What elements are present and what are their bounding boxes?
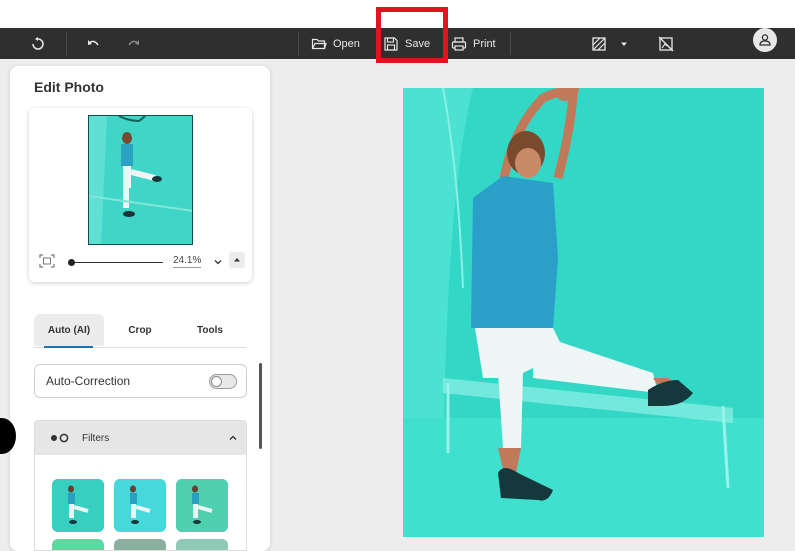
chevron-down-icon[interactable]: [213, 257, 223, 267]
image-off-icon: [658, 36, 674, 51]
zoom-controls: 24.1%: [39, 252, 245, 272]
filters-toggle-icon: [51, 433, 69, 443]
tab-auto-ai[interactable]: Auto (AI): [34, 314, 104, 346]
panel-scrollbar[interactable]: [259, 363, 262, 449]
filter-preset-thumbnail[interactable]: [52, 479, 104, 532]
print-label: Print: [473, 37, 496, 50]
filters-label: Filters: [82, 432, 110, 444]
auto-correction-toggle[interactable]: [209, 374, 237, 389]
open-label: Open: [333, 37, 360, 50]
filter-preset-thumbnail[interactable]: [52, 539, 104, 550]
tab-tools-label: Tools: [197, 324, 223, 336]
print-button[interactable]: Print: [451, 28, 496, 59]
panel-title: Edit Photo: [34, 79, 104, 95]
filter-preset-thumbnail[interactable]: [176, 479, 228, 532]
toolbar-divider: [298, 32, 299, 55]
edit-tabs: Auto (AI) Crop Tools: [34, 314, 246, 348]
edit-photo-panel: Edit Photo 24.1% Auto (AI) Crop Tools Au…: [10, 66, 270, 551]
filter-preset-thumbnail[interactable]: [176, 539, 228, 550]
user-avatar[interactable]: [753, 28, 777, 52]
toolbar-divider: [66, 32, 67, 55]
redo-button[interactable]: [126, 28, 142, 59]
compare-split-icon: [592, 36, 606, 51]
tab-tools[interactable]: Tools: [184, 314, 236, 346]
auto-correction-row[interactable]: Auto-Correction: [34, 364, 247, 398]
active-tab-indicator: [44, 346, 93, 348]
preview-thumbnail[interactable]: [88, 115, 193, 245]
zoom-slider-track[interactable]: [70, 262, 163, 263]
filter-preset-thumbnail[interactable]: [114, 479, 166, 532]
toolbar-divider: [510, 32, 511, 55]
hide-original-button[interactable]: [658, 28, 674, 59]
filter-preview-image: [114, 479, 166, 532]
caret-up-icon: [234, 258, 240, 262]
save-highlight-box: [376, 7, 448, 63]
filters-section: Filters: [34, 420, 247, 551]
filter-preview-image: [52, 479, 104, 532]
zoom-slider-handle[interactable]: [68, 259, 75, 266]
tab-crop-label: Crop: [128, 324, 152, 336]
user-icon: [759, 34, 771, 46]
folder-open-icon: [311, 38, 327, 49]
app-root: Open Save Print Edit Photo 24.1% Auto (A…: [0, 0, 795, 551]
filter-preset-thumbnail[interactable]: [114, 539, 166, 550]
chevron-up-icon: [229, 435, 237, 440]
main-photo-canvas[interactable]: [403, 88, 764, 537]
tab-crop[interactable]: Crop: [114, 314, 166, 346]
fit-screen-icon[interactable]: [39, 254, 55, 268]
redo-icon: [128, 39, 139, 45]
collapse-preview-button[interactable]: [229, 252, 245, 268]
preview-card: 24.1%: [29, 108, 252, 282]
auto-correction-label: Auto-Correction: [46, 374, 131, 388]
rotate-reset-icon: [32, 36, 44, 50]
undo-icon: [88, 39, 99, 45]
compare-dropdown-button[interactable]: [591, 28, 629, 59]
caret-down-icon: [621, 42, 627, 46]
filter-preview-image: [176, 479, 228, 532]
undo-button[interactable]: [85, 28, 101, 59]
photo-figure-main: [403, 88, 764, 537]
toggle-knob: [211, 376, 222, 387]
tab-auto-ai-label: Auto (AI): [47, 324, 91, 336]
photo-figure-thumbnail: [89, 116, 192, 244]
reset-button[interactable]: [30, 28, 46, 59]
printer-icon: [451, 36, 467, 51]
zoom-value[interactable]: 24.1%: [173, 255, 202, 268]
open-button[interactable]: Open: [311, 28, 360, 59]
filters-header[interactable]: Filters: [35, 421, 246, 455]
